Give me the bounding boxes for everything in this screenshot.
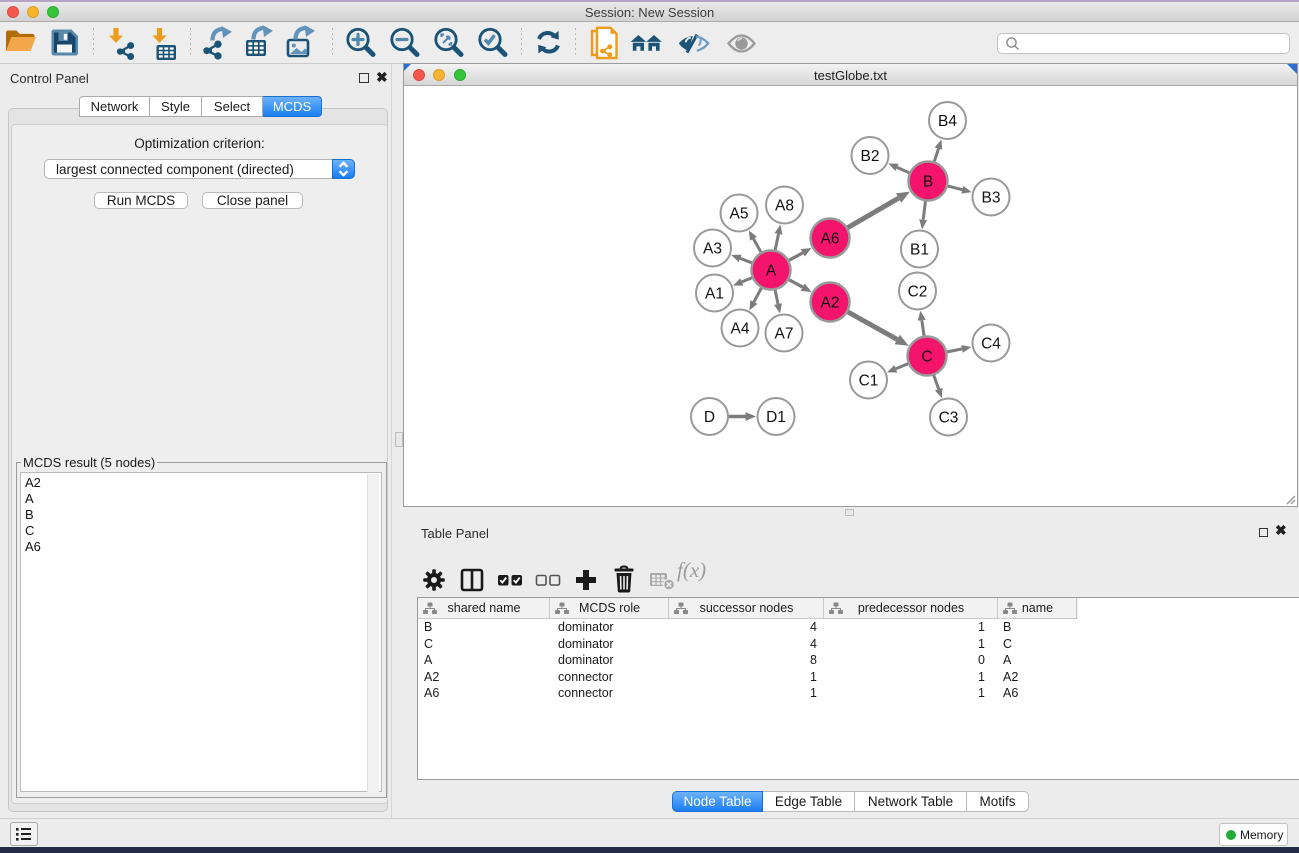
- svg-text:D1: D1: [766, 409, 786, 426]
- svg-text:A4: A4: [731, 321, 750, 338]
- svg-text:C3: C3: [939, 410, 959, 427]
- svg-text:A3: A3: [703, 241, 722, 258]
- svg-text:A8: A8: [775, 198, 794, 215]
- svg-text:B2: B2: [861, 148, 880, 165]
- svg-text:B: B: [923, 174, 933, 191]
- svg-text:A5: A5: [730, 206, 749, 223]
- svg-text:B4: B4: [938, 113, 957, 130]
- svg-text:A7: A7: [775, 326, 794, 343]
- svg-text:C2: C2: [908, 284, 928, 301]
- svg-text:B1: B1: [910, 242, 929, 259]
- svg-text:A1: A1: [705, 286, 724, 303]
- svg-text:A: A: [766, 263, 777, 280]
- svg-text:C4: C4: [981, 336, 1001, 353]
- svg-text:D: D: [704, 409, 715, 426]
- svg-text:C1: C1: [859, 373, 879, 390]
- svg-text:A2: A2: [821, 295, 840, 312]
- svg-text:B3: B3: [982, 190, 1001, 207]
- svg-text:A6: A6: [821, 231, 840, 248]
- svg-text:C: C: [921, 349, 932, 366]
